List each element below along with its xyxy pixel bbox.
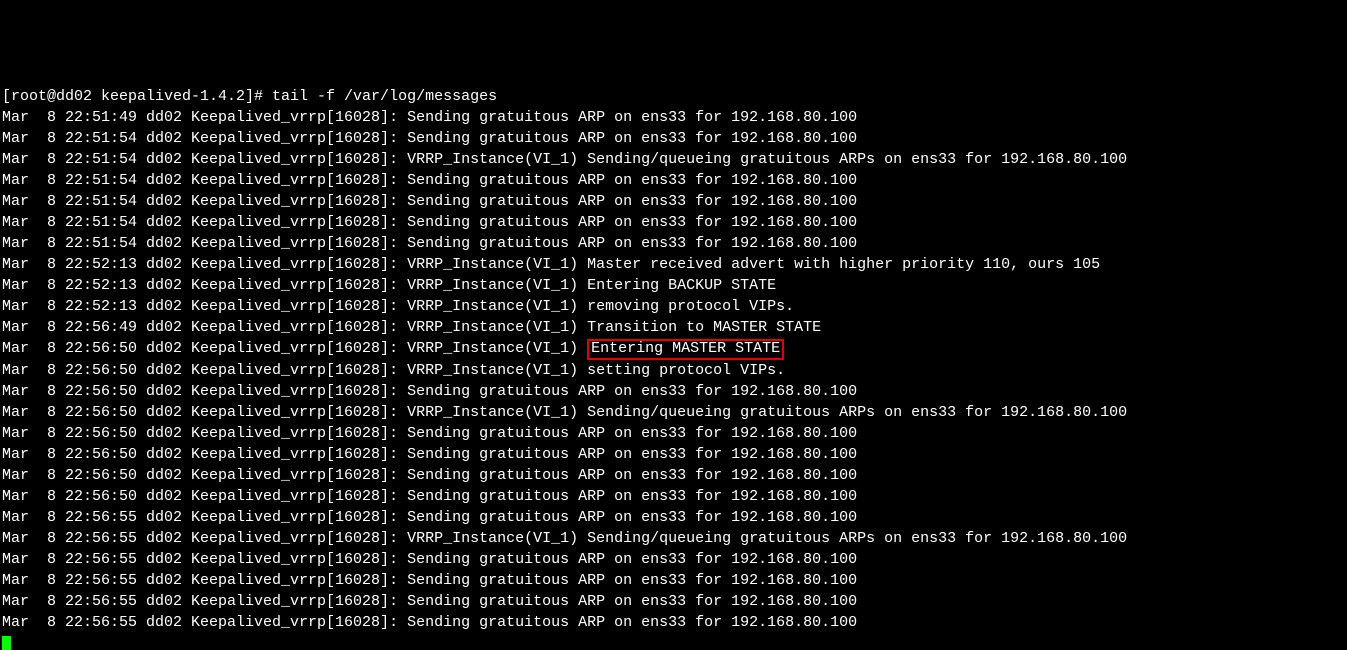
log-line: Mar 8 22:51:54 dd02 Keepalived_vrrp[1602… xyxy=(2,212,1347,233)
log-line: Mar 8 22:56:55 dd02 Keepalived_vrrp[1602… xyxy=(2,570,1347,591)
log-line: Mar 8 22:56:50 dd02 Keepalived_vrrp[1602… xyxy=(2,465,1347,486)
log-line: Mar 8 22:51:54 dd02 Keepalived_vrrp[1602… xyxy=(2,170,1347,191)
log-line: Mar 8 22:51:54 dd02 Keepalived_vrrp[1602… xyxy=(2,149,1347,170)
log-line: Mar 8 22:56:55 dd02 Keepalived_vrrp[1602… xyxy=(2,591,1347,612)
log-line: Mar 8 22:56:50 dd02 Keepalived_vrrp[1602… xyxy=(2,402,1347,423)
log-line: Mar 8 22:56:55 dd02 Keepalived_vrrp[1602… xyxy=(2,528,1347,549)
log-line: Mar 8 22:56:49 dd02 Keepalived_vrrp[1602… xyxy=(2,317,1347,338)
log-line: Mar 8 22:56:50 dd02 Keepalived_vrrp[1602… xyxy=(2,381,1347,402)
command-prompt-line: [root@dd02 keepalived-1.4.2]# tail -f /v… xyxy=(2,86,1347,107)
cursor-line xyxy=(2,633,1347,650)
log-line-highlighted: Mar 8 22:56:50 dd02 Keepalived_vrrp[1602… xyxy=(2,338,1347,360)
cursor-icon xyxy=(2,636,11,650)
terminal-output[interactable]: [root@dd02 keepalived-1.4.2]# tail -f /v… xyxy=(0,84,1347,650)
log-line: Mar 8 22:56:50 dd02 Keepalived_vrrp[1602… xyxy=(2,423,1347,444)
log-line: Mar 8 22:52:13 dd02 Keepalived_vrrp[1602… xyxy=(2,296,1347,317)
log-line: Mar 8 22:51:49 dd02 Keepalived_vrrp[1602… xyxy=(2,107,1347,128)
log-line: Mar 8 22:56:55 dd02 Keepalived_vrrp[1602… xyxy=(2,612,1347,633)
log-line: Mar 8 22:52:13 dd02 Keepalived_vrrp[1602… xyxy=(2,275,1347,296)
log-line: Mar 8 22:56:50 dd02 Keepalived_vrrp[1602… xyxy=(2,360,1347,381)
log-line: Mar 8 22:56:50 dd02 Keepalived_vrrp[1602… xyxy=(2,486,1347,507)
log-line-prefix: Mar 8 22:56:50 dd02 Keepalived_vrrp[1602… xyxy=(2,340,587,357)
log-line: Mar 8 22:51:54 dd02 Keepalived_vrrp[1602… xyxy=(2,233,1347,254)
log-line: Mar 8 22:56:55 dd02 Keepalived_vrrp[1602… xyxy=(2,549,1347,570)
log-line: Mar 8 22:51:54 dd02 Keepalived_vrrp[1602… xyxy=(2,128,1347,149)
log-line: Mar 8 22:56:55 dd02 Keepalived_vrrp[1602… xyxy=(2,507,1347,528)
log-line: Mar 8 22:51:54 dd02 Keepalived_vrrp[1602… xyxy=(2,191,1347,212)
log-line: Mar 8 22:52:13 dd02 Keepalived_vrrp[1602… xyxy=(2,254,1347,275)
log-line: Mar 8 22:56:50 dd02 Keepalived_vrrp[1602… xyxy=(2,444,1347,465)
highlight-box: Entering MASTER STATE xyxy=(587,339,784,360)
